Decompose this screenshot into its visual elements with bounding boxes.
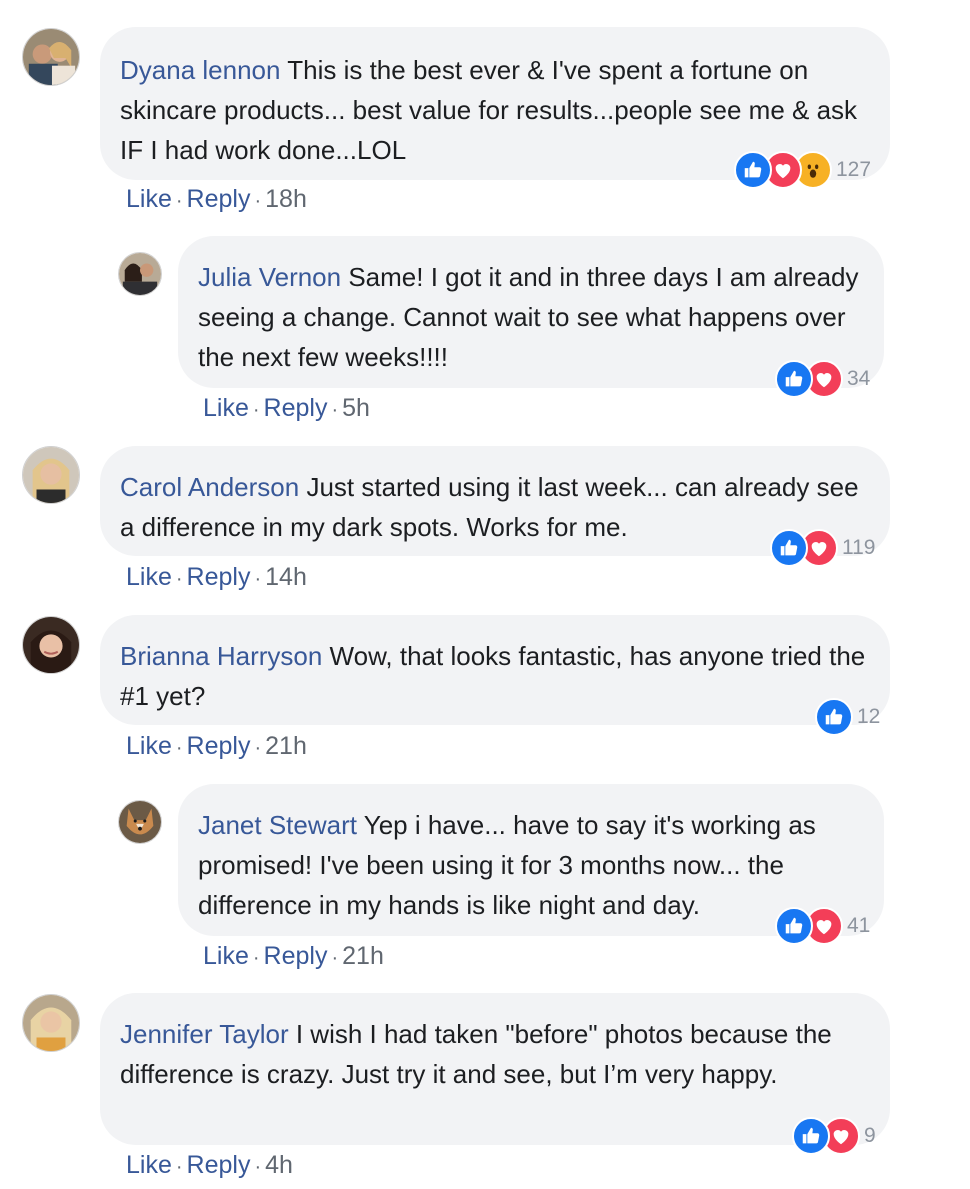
reply-link[interactable]: Reply [264,394,328,422]
reply-link[interactable]: Reply [187,1151,251,1179]
separator: · [252,947,260,969]
comment-author[interactable]: Carol Anderson [120,472,299,502]
comment-author[interactable]: Brianna Harryson [120,641,322,671]
comment-author[interactable]: Dyana lennon [120,55,280,85]
reaction-summary[interactable]: 127 [734,151,871,189]
comment-actions: Like · Reply · 4h [126,1150,293,1182]
thumbs-up-icon [775,360,813,398]
reaction-summary[interactable]: 119 [770,529,875,567]
like-link[interactable]: Like [203,394,249,422]
avatar[interactable] [22,28,80,86]
separator: · [175,568,183,590]
reaction-count: 34 [847,367,871,390]
comment-actions: Like · Reply · 21h [126,731,307,763]
reaction-count: 12 [857,705,881,728]
comment-actions: Like · Reply · 5h [203,393,370,425]
reply-link[interactable]: Reply [187,732,251,760]
reply-link[interactable]: Reply [187,185,251,213]
separator: · [254,737,262,759]
reaction-count: 127 [836,158,872,181]
comment-author[interactable]: Jennifer Taylor [120,1019,289,1049]
thumbs-up-icon [770,529,808,567]
timestamp[interactable]: 4h [265,1151,293,1179]
like-link[interactable]: Like [203,942,249,970]
separator: · [175,190,183,212]
reaction-summary[interactable]: 12 [815,698,880,736]
thumbs-up-icon [775,907,813,945]
separator: · [254,1156,262,1178]
reaction-summary[interactable]: 9 [792,1117,876,1155]
avatar[interactable] [22,616,80,674]
separator: · [331,947,339,969]
separator: · [175,1156,183,1178]
separator: · [331,399,339,421]
comment-actions: Like · Reply · 21h [203,941,384,973]
timestamp[interactable]: 21h [265,732,307,760]
comment-author[interactable]: Janet Stewart [198,810,357,840]
timestamp[interactable]: 14h [265,563,307,591]
thumbs-up-icon [734,151,772,189]
like-link[interactable]: Like [126,1151,172,1179]
comment-bubble: Jennifer Taylor I wish I had taken "befo… [100,993,890,1145]
timestamp[interactable]: 5h [342,394,370,422]
reaction-summary[interactable]: 41 [775,907,870,945]
comment-actions: Like · Reply · 14h [126,562,307,594]
separator: · [254,190,262,212]
separator: · [175,737,183,759]
avatar[interactable] [22,446,80,504]
timestamp[interactable]: 21h [342,942,384,970]
separator: · [252,399,260,421]
separator: · [254,568,262,590]
avatar[interactable] [118,252,162,296]
reaction-summary[interactable]: 34 [775,360,870,398]
like-link[interactable]: Like [126,732,172,760]
comment-actions: Like · Reply · 18h [126,184,307,216]
like-link[interactable]: Like [126,563,172,591]
reaction-count: 41 [847,914,871,937]
thumbs-up-icon [815,698,853,736]
reaction-count: 119 [842,536,876,559]
comment-author[interactable]: Julia Vernon [198,262,341,292]
reply-link[interactable]: Reply [264,942,328,970]
thumbs-up-icon [792,1117,830,1155]
avatar[interactable] [22,994,80,1052]
like-link[interactable]: Like [126,185,172,213]
comment-bubble: Brianna Harryson Wow, that looks fantast… [100,615,890,725]
avatar[interactable] [118,800,162,844]
reaction-count: 9 [864,1124,876,1147]
reply-link[interactable]: Reply [187,563,251,591]
timestamp[interactable]: 18h [265,185,307,213]
